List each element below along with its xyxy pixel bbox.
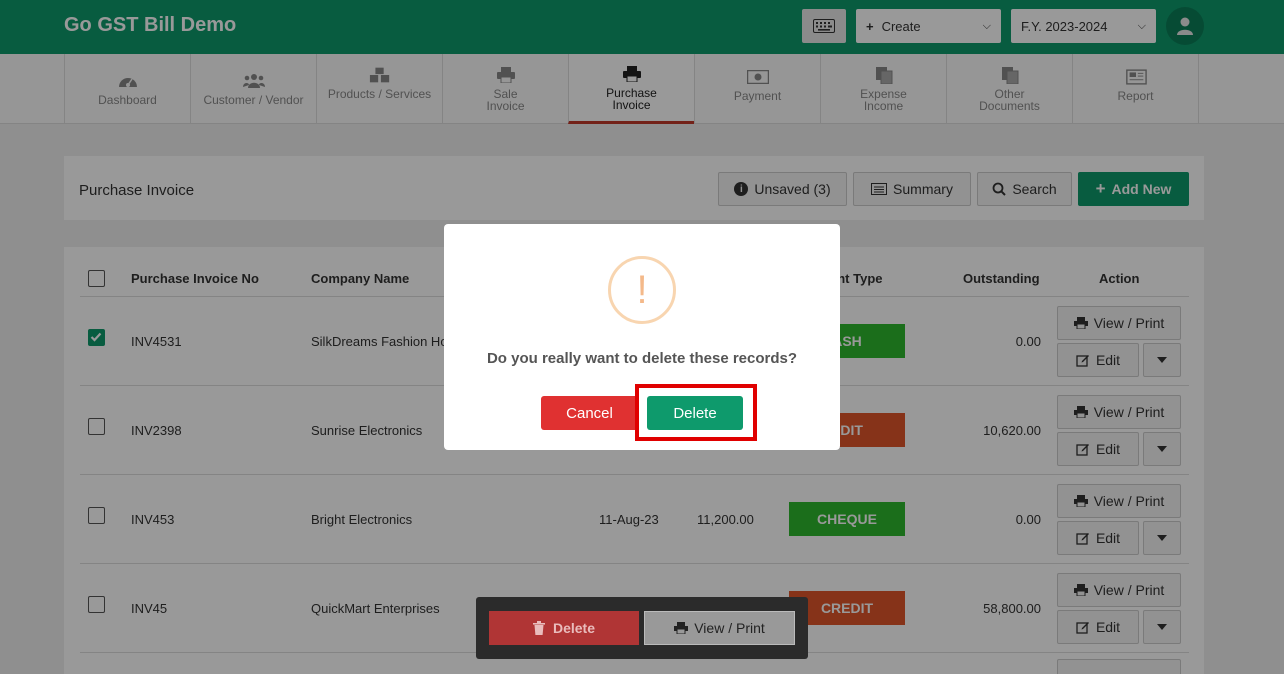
trash-icon xyxy=(532,621,545,635)
highlight-box xyxy=(635,384,757,441)
cancel-button[interactable]: Cancel xyxy=(541,396,638,430)
bulk-delete-button[interactable]: Delete xyxy=(489,611,639,645)
confirm-message: Do you really want to delete these recor… xyxy=(486,350,798,367)
bulk-delete-label: Delete xyxy=(552,620,596,636)
printer-icon xyxy=(674,622,689,634)
bulk-view-print-button[interactable]: View / Print xyxy=(644,611,795,645)
warning-icon: ! xyxy=(608,256,676,324)
bulk-view-print-label: View / Print xyxy=(694,620,765,636)
bulk-action-bar: Delete View / Print xyxy=(476,597,808,659)
